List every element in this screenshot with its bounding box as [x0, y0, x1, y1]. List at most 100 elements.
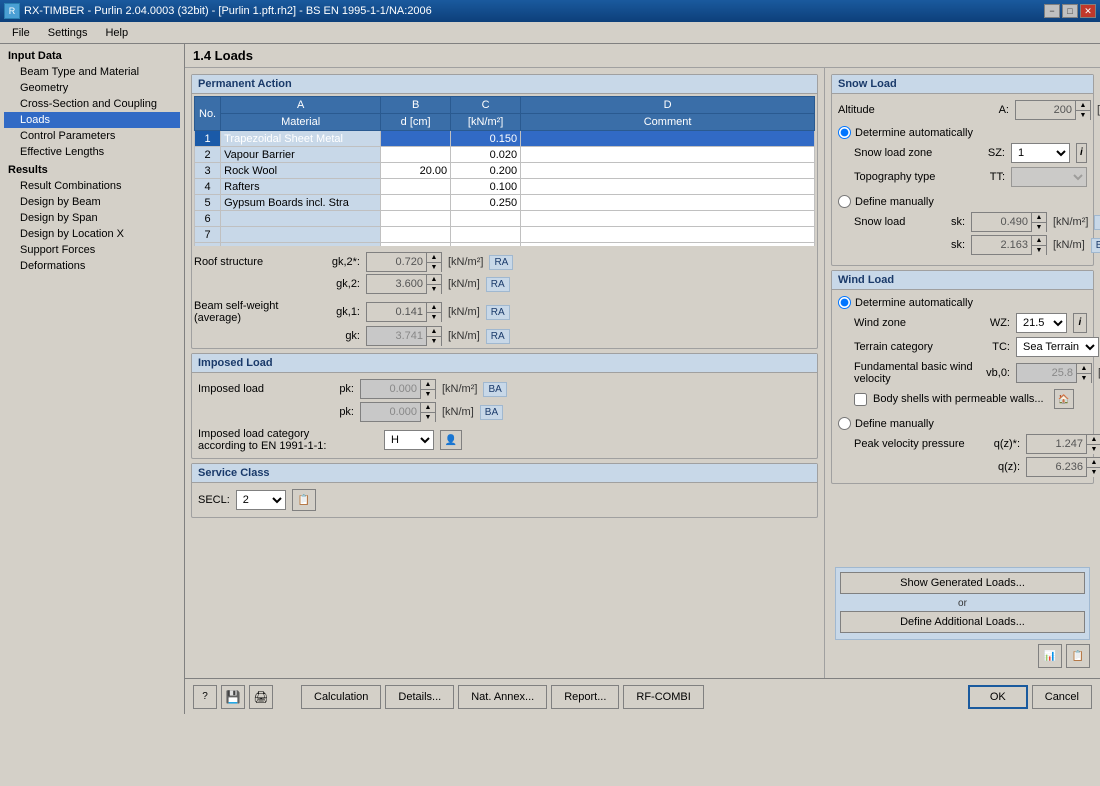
row-comment[interactable] [521, 179, 815, 195]
category-person-button[interactable]: 👤 [440, 430, 462, 450]
table-row[interactable]: 4 Rafters 0.100 [195, 179, 815, 195]
gk2-star-spin-down[interactable]: ▼ [427, 263, 441, 272]
gk1-spin-down[interactable]: ▼ [427, 313, 441, 322]
row-loadgk[interactable]: 0.150 [451, 131, 521, 147]
gk1-spin-up[interactable]: ▲ [427, 303, 441, 313]
row-loadgk[interactable] [451, 227, 521, 243]
row-material[interactable]: Rafters [221, 179, 381, 195]
wind-velocity-spin-up[interactable]: ▲ [1077, 364, 1091, 374]
gk2-input[interactable] [366, 274, 426, 294]
row-loadgk[interactable] [451, 211, 521, 227]
row-thickness[interactable] [381, 131, 451, 147]
row-comment[interactable] [521, 131, 815, 147]
qz2-spin-down[interactable]: ▼ [1087, 468, 1100, 477]
sidebar-item-design-by-location[interactable]: Design by Location X [4, 226, 180, 242]
qz2-spin-up[interactable]: ▲ [1087, 458, 1100, 468]
pk-star-input[interactable] [360, 379, 420, 399]
row-comment[interactable] [521, 243, 815, 247]
sidebar-item-cross-section[interactable]: Cross-Section and Coupling [4, 96, 180, 112]
row-comment[interactable] [521, 227, 815, 243]
sidebar-item-effective-lengths[interactable]: Effective Lengths [4, 144, 180, 160]
secl-info-button[interactable]: 📋 [292, 489, 316, 511]
row-material[interactable]: Trapezoidal Sheet Metal [221, 131, 381, 147]
row-comment[interactable] [521, 195, 815, 211]
row-thickness[interactable] [381, 227, 451, 243]
gk-spin-down[interactable]: ▼ [427, 337, 441, 346]
secl-select[interactable]: 2 1 3 [236, 490, 286, 510]
row-loadgk[interactable]: 0.020 [451, 147, 521, 163]
row-thickness[interactable]: 20.00 [381, 163, 451, 179]
sidebar-item-beam-type[interactable]: Beam Type and Material [4, 64, 180, 80]
row-material[interactable]: Rock Wool [221, 163, 381, 179]
menu-help[interactable]: Help [97, 23, 136, 43]
sk1-spin-down[interactable]: ▼ [1032, 223, 1046, 232]
row-material[interactable]: Gypsum Boards incl. Stra [221, 195, 381, 211]
table-row[interactable]: 6 [195, 211, 815, 227]
row-comment[interactable] [521, 147, 815, 163]
row-thickness[interactable] [381, 179, 451, 195]
menu-file[interactable]: File [4, 23, 38, 43]
report-button[interactable]: Report... [551, 685, 619, 709]
calculation-button[interactable]: Calculation [301, 685, 381, 709]
snow-manual-radio[interactable] [838, 195, 851, 208]
table-icon-button2[interactable]: 📋 [1066, 644, 1090, 668]
topo-select[interactable] [1011, 167, 1087, 187]
row-comment[interactable] [521, 163, 815, 179]
gk1-input[interactable] [366, 302, 426, 322]
pk-spin-down[interactable]: ▼ [421, 413, 435, 422]
sidebar-item-deformations[interactable]: Deformations [4, 258, 180, 274]
pk-star-spin-up[interactable]: ▲ [421, 380, 435, 390]
body-shells-icon-button[interactable]: 🏠 [1054, 389, 1074, 409]
row-thickness[interactable] [381, 195, 451, 211]
altitude-spin-up[interactable]: ▲ [1076, 101, 1090, 111]
row-material[interactable] [221, 243, 381, 247]
sidebar-item-geometry[interactable]: Geometry [4, 80, 180, 96]
row-material[interactable] [221, 227, 381, 243]
snow-zone-info-button[interactable]: i [1076, 143, 1087, 163]
row-thickness[interactable] [381, 243, 451, 247]
menu-settings[interactable]: Settings [40, 23, 96, 43]
sidebar-item-support-forces[interactable]: Support Forces [4, 242, 180, 258]
minimize-button[interactable]: − [1044, 4, 1060, 18]
wind-velocity-spin-down[interactable]: ▼ [1077, 374, 1091, 383]
table-row[interactable]: 3 Rock Wool 20.00 0.200 [195, 163, 815, 179]
table-row[interactable]: 5 Gypsum Boards incl. Stra 0.250 [195, 195, 815, 211]
cancel-button[interactable]: Cancel [1032, 685, 1092, 709]
sidebar-item-control-params[interactable]: Control Parameters [4, 128, 180, 144]
row-comment[interactable] [521, 211, 815, 227]
snow-auto-radio[interactable] [838, 126, 851, 139]
gk2-star-input[interactable] [366, 252, 426, 272]
pk-input[interactable] [360, 402, 420, 422]
maximize-button[interactable]: □ [1062, 4, 1078, 18]
row-loadgk[interactable]: 0.100 [451, 179, 521, 195]
ok-button[interactable]: OK [968, 685, 1028, 709]
qz1-input[interactable] [1026, 434, 1086, 454]
help-icon-button[interactable]: ? [193, 685, 217, 709]
wind-zone-select[interactable]: 21.5 1 2 [1016, 313, 1067, 333]
rf-combi-button[interactable]: RF-COMBI [623, 685, 703, 709]
table-row[interactable]: 1 Trapezoidal Sheet Metal 0.150 [195, 131, 815, 147]
pk-spin-up[interactable]: ▲ [421, 403, 435, 413]
snow-zone-select[interactable]: 1 2 3 [1011, 143, 1070, 163]
sidebar-item-result-combinations[interactable]: Result Combinations [4, 178, 180, 194]
body-shells-checkbox[interactable] [854, 393, 867, 406]
category-select[interactable]: H A B [384, 430, 434, 450]
qz2-input[interactable] [1026, 457, 1086, 477]
row-material[interactable] [221, 211, 381, 227]
wind-manual-radio[interactable] [838, 417, 851, 430]
sidebar-item-design-by-span[interactable]: Design by Span [4, 210, 180, 226]
sk1-input[interactable] [971, 212, 1031, 232]
row-thickness[interactable] [381, 211, 451, 227]
sk2-input[interactable] [971, 235, 1031, 255]
print-icon-button[interactable]: 🖨 [249, 685, 273, 709]
permanent-action-table-wrapper[interactable]: No. A B C D Material d [cm] [194, 96, 815, 246]
table-row[interactable]: 2 Vapour Barrier 0.020 [195, 147, 815, 163]
table-icon-button1[interactable]: 📊 [1038, 644, 1062, 668]
sk2-spin-up[interactable]: ▲ [1032, 236, 1046, 246]
table-row[interactable]: 8 [195, 243, 815, 247]
wind-zone-info-button[interactable]: i [1073, 313, 1087, 333]
qz1-spin-up[interactable]: ▲ [1087, 435, 1100, 445]
sidebar-item-loads[interactable]: Loads [4, 112, 180, 128]
row-loadgk[interactable]: 0.250 [451, 195, 521, 211]
close-button[interactable]: ✕ [1080, 4, 1096, 18]
